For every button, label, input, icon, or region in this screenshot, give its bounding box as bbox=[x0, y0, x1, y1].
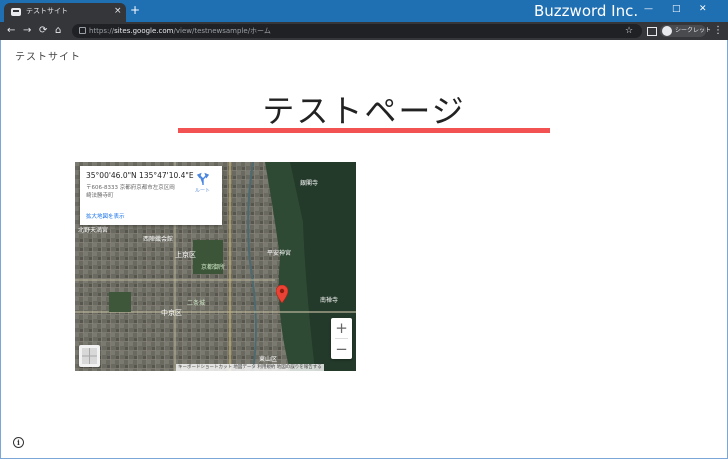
forward-button[interactable]: → bbox=[23, 25, 31, 37]
tab-close-icon[interactable]: × bbox=[114, 5, 122, 17]
tab-active[interactable]: テストサイト × bbox=[4, 3, 126, 22]
minimize-button[interactable]: — bbox=[644, 3, 653, 15]
incognito-label: シークレット bbox=[675, 27, 712, 34]
reload-button[interactable]: ⟳ bbox=[39, 25, 47, 37]
title-underline bbox=[178, 128, 550, 133]
location-pin-icon[interactable] bbox=[276, 285, 288, 303]
zoom-out-button[interactable]: − bbox=[331, 339, 352, 359]
map-label: 北野天満宮 bbox=[78, 227, 109, 234]
incognito-badge[interactable]: シークレット bbox=[660, 25, 711, 37]
lock-icon bbox=[79, 27, 86, 34]
map-label: 二条城 bbox=[187, 300, 206, 307]
brand-watermark: Buzzword Inc. bbox=[534, 2, 639, 20]
address-bar[interactable]: https://sites.google.com/view/testnewsam… bbox=[72, 24, 642, 38]
browser-menu-icon[interactable]: ⋮ bbox=[713, 25, 723, 37]
page-title: テストページ bbox=[262, 92, 466, 130]
map-label: 中京区 bbox=[161, 309, 182, 317]
browser-chrome: テストサイト × + Buzzword Inc. — □ ✕ ← → ⟳ ⌂ h… bbox=[0, 0, 728, 40]
map-coordinates: 35°00'46.0"N 135°47'10.4"E bbox=[86, 171, 194, 180]
directions-label[interactable]: ルート bbox=[195, 187, 210, 194]
directions-icon[interactable] bbox=[196, 172, 210, 186]
info-icon[interactable]: i bbox=[13, 437, 24, 448]
new-tab-button[interactable]: + bbox=[130, 3, 140, 17]
map-label: 銀閣寺 bbox=[300, 180, 319, 187]
map-label: 京都御所 bbox=[201, 264, 226, 271]
map-label: 南禅寺 bbox=[320, 297, 339, 304]
map-info-card: 35°00'46.0"N 135°47'10.4"E 〒606-8333 京都府… bbox=[80, 166, 222, 225]
map-zoom-control: + − bbox=[331, 318, 352, 359]
map-address: 〒606-8333 京都府京都市左京区岡崎法勝寺町 bbox=[86, 185, 175, 199]
bookmark-star-icon[interactable]: ☆ bbox=[625, 25, 633, 37]
map-label: 平安神宮 bbox=[267, 250, 292, 257]
site-name[interactable]: テストサイト bbox=[15, 48, 81, 63]
favicon-icon bbox=[11, 8, 21, 16]
home-button[interactable]: ⌂ bbox=[55, 25, 61, 37]
close-window-button[interactable]: ✕ bbox=[699, 3, 707, 15]
maximize-button[interactable]: □ bbox=[672, 3, 681, 15]
tab-strip: テストサイト × + Buzzword Inc. — □ ✕ bbox=[0, 0, 728, 22]
map-label: 上京区 bbox=[175, 251, 196, 259]
map-label: 西陣織会館 bbox=[143, 236, 174, 243]
zoom-in-button[interactable]: + bbox=[331, 318, 352, 338]
map-label: 東山区 bbox=[259, 356, 278, 363]
toolbar: ← → ⟳ ⌂ https://sites.google.com/view/te… bbox=[0, 22, 728, 40]
url-text[interactable]: https://sites.google.com/view/testnewsam… bbox=[89, 25, 271, 37]
tab-title: テストサイト bbox=[26, 7, 68, 15]
street-view-pegman-icon[interactable] bbox=[79, 345, 100, 367]
side-panel-icon[interactable] bbox=[647, 27, 657, 36]
view-larger-map-link[interactable]: 拡大地図を表示 bbox=[86, 212, 125, 220]
map-attribution[interactable]: キーボードショートカット 地図データ 利用規約 地図の誤りを報告する bbox=[176, 364, 324, 371]
incognito-icon bbox=[662, 26, 672, 36]
back-button[interactable]: ← bbox=[7, 25, 15, 37]
